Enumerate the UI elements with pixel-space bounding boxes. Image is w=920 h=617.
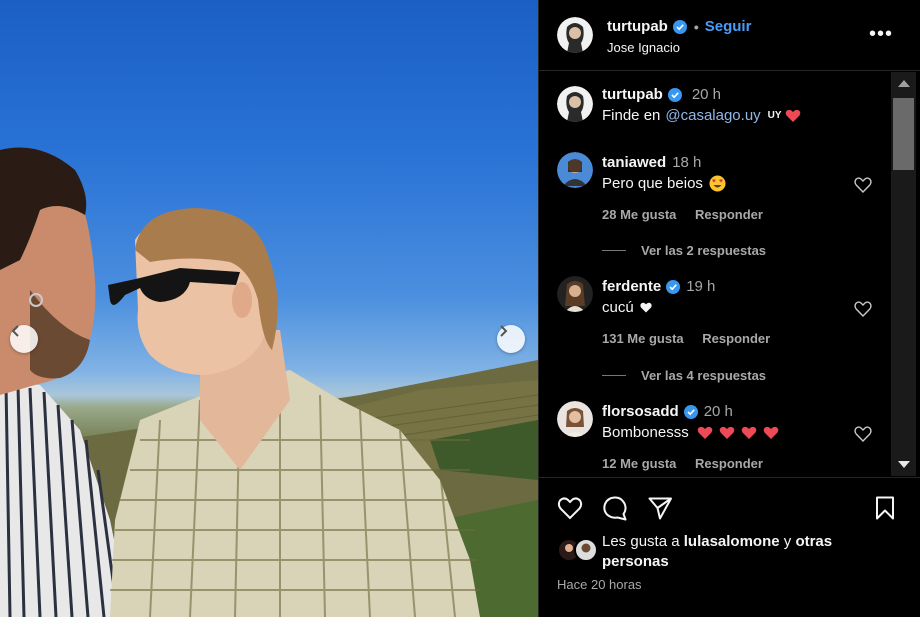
comment-avatar[interactable]: [557, 276, 593, 312]
likes-summary: Les gusta a lulasalomone y otras persona…: [602, 532, 902, 572]
comment-time[interactable]: 19 h: [686, 278, 715, 295]
save-bookmark-icon[interactable]: [872, 495, 898, 521]
view-replies-label: Ver las 2 respuestas: [641, 243, 767, 258]
comment-text-row: Pero que beios: [602, 175, 726, 192]
likes-middle: y: [783, 533, 792, 550]
post-timestamp[interactable]: Hace 20 horas: [557, 577, 642, 592]
caption-prefix: Finde en: [602, 107, 661, 124]
follow-button[interactable]: Seguir: [705, 18, 752, 35]
post-photo[interactable]: [0, 0, 538, 617]
caption-flag: UY: [767, 110, 782, 121]
red-heart-icon: [763, 426, 779, 439]
comment-text: Bombonesss: [602, 424, 689, 441]
comment-username[interactable]: florsosadd: [602, 403, 679, 420]
comment-like-count[interactable]: 28 Me gusta: [602, 207, 676, 222]
post-actions-footer: Les gusta a lulasalomone y otras persona…: [539, 477, 920, 617]
caption-username[interactable]: turtupab: [602, 86, 663, 103]
comment-username[interactable]: taniawed: [602, 154, 666, 171]
author-avatar[interactable]: [557, 17, 593, 53]
like-comment-heart-icon[interactable]: [854, 300, 872, 318]
author-line: turtupab • Seguir: [607, 18, 751, 35]
comment-text: Pero que beios: [602, 175, 703, 192]
red-heart-icon: [741, 426, 757, 439]
scroll-down-arrow-icon[interactable]: [898, 461, 910, 468]
post-header: turtupab • Seguir Jose Ignacio •••: [539, 0, 920, 71]
author-username[interactable]: turtupab: [607, 18, 668, 35]
comment-meta: 28 Me gusta Responder: [602, 207, 778, 222]
comment-header: taniawed 18 h: [602, 154, 701, 171]
chevron-left-icon: [11, 325, 19, 337]
caption-mention[interactable]: @casalago.uy: [665, 107, 760, 124]
red-heart-icon: [785, 109, 800, 122]
white-heart-icon: [640, 302, 652, 313]
caption-time[interactable]: 20 h: [692, 86, 721, 103]
replies-divider: [602, 375, 626, 376]
comment-text-row: cucú: [602, 299, 652, 316]
scrollbar-thumb[interactable]: [893, 98, 914, 170]
likes-prefix: Les gusta a: [602, 533, 680, 550]
chevron-right-icon: [500, 325, 508, 337]
verified-badge-icon: [667, 87, 682, 102]
view-replies-button[interactable]: Ver las 4 respuestas: [602, 368, 766, 383]
liker-username[interactable]: lulasalomone: [684, 533, 780, 550]
photo-scene: [0, 147, 538, 617]
replies-divider: [602, 250, 626, 251]
comment-text: cucú: [602, 299, 634, 316]
comment-header: florsosadd 20 h: [602, 403, 733, 420]
comment-time[interactable]: 18 h: [672, 154, 701, 171]
like-comment-heart-icon[interactable]: [854, 176, 872, 194]
comment-avatar[interactable]: [557, 152, 593, 188]
view-replies-label: Ver las 4 respuestas: [641, 368, 767, 383]
comments-list: turtupab 20 h Finde en @casalago.uy UY t…: [539, 72, 891, 476]
verified-badge-icon: [666, 279, 681, 294]
comment-like-count[interactable]: 12 Me gusta: [602, 456, 676, 471]
separator-dot: •: [693, 18, 699, 35]
view-replies-button[interactable]: Ver las 2 respuestas: [602, 243, 766, 258]
scroll-up-arrow-icon[interactable]: [898, 80, 910, 87]
caption-text: Finde en @casalago.uy UY: [602, 107, 801, 124]
post-location[interactable]: Jose Ignacio: [607, 40, 680, 55]
caption-header: turtupab 20 h: [602, 86, 721, 103]
caption-author-avatar[interactable]: [557, 86, 593, 122]
comment-like-count[interactable]: 131 Me gusta: [602, 331, 684, 346]
more-options-button[interactable]: •••: [869, 24, 893, 44]
heart-eyes-emoji-icon: [709, 175, 726, 192]
red-heart-icon: [719, 426, 735, 439]
comment-text-row: Bombonesss: [602, 424, 779, 441]
verified-badge-icon: [683, 404, 698, 419]
reply-button[interactable]: Responder: [702, 331, 770, 346]
likers-avatars[interactable]: [557, 538, 598, 562]
share-paper-plane-icon[interactable]: [647, 495, 673, 521]
comment-username[interactable]: ferdente: [602, 278, 661, 295]
comment-header: ferdente 19 h: [602, 278, 715, 295]
post-details-panel: turtupab • Seguir Jose Ignacio ••• turtu…: [538, 0, 920, 617]
comment-avatar[interactable]: [557, 401, 593, 437]
like-heart-icon[interactable]: [557, 495, 583, 521]
reply-button[interactable]: Responder: [695, 456, 763, 471]
comment-meta: 12 Me gusta Responder: [602, 456, 778, 471]
verified-badge-icon: [672, 19, 687, 34]
red-heart-icon: [697, 426, 713, 439]
previous-photo-button[interactable]: [10, 325, 38, 353]
like-comment-heart-icon[interactable]: [854, 425, 872, 443]
comment-meta: 131 Me gusta Responder: [602, 331, 785, 346]
comments-scrollbar[interactable]: [891, 72, 916, 476]
next-photo-button[interactable]: [497, 325, 525, 353]
reply-button[interactable]: Responder: [695, 207, 763, 222]
comment-bubble-icon[interactable]: [602, 495, 628, 521]
comment-time[interactable]: 20 h: [704, 403, 733, 420]
